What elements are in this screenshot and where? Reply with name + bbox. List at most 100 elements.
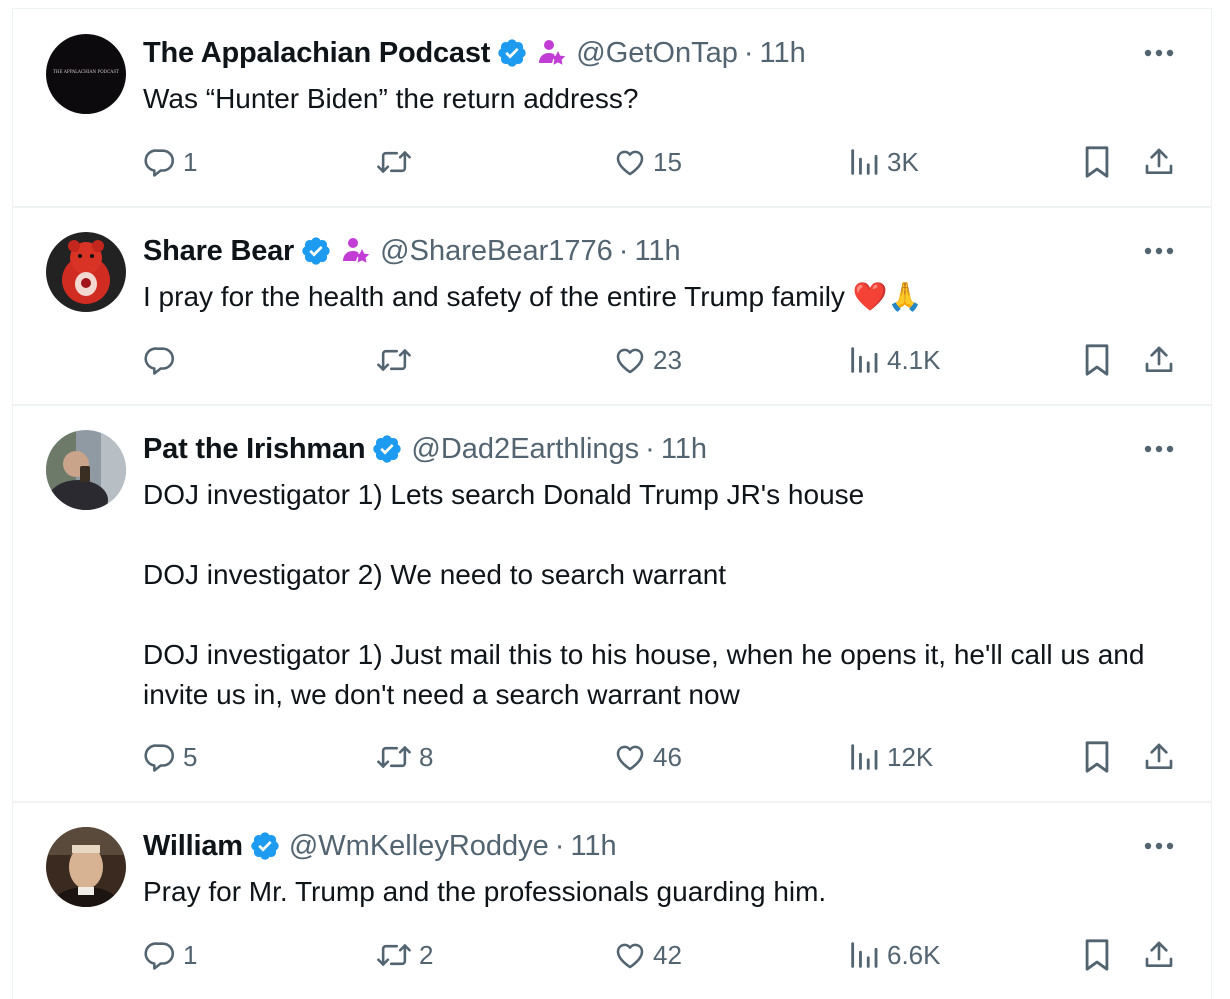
like-count: 42 <box>653 939 682 970</box>
heart-icon <box>613 343 647 377</box>
reply-count: 1 <box>183 939 198 970</box>
tweet[interactable]: THE APPALACHIAN PODCAST The Appalachian … <box>13 9 1211 208</box>
tweet-paragraph: DOJ investigator 1) Lets search Donald T… <box>143 479 865 510</box>
share-icon <box>1143 343 1175 377</box>
tweet-paragraph: DOJ investigator 2) We need to search wa… <box>143 559 727 590</box>
tweet-header: Share Bear @ShareBear1776 · 11h <box>143 233 681 269</box>
separator-dot: · <box>618 234 629 267</box>
retweet-count: 8 <box>419 741 434 772</box>
share-button[interactable] <box>1143 343 1175 377</box>
reply-icon <box>143 740 177 774</box>
more-icon[interactable] <box>1143 241 1175 261</box>
separator-dot: · <box>645 432 655 465</box>
views-icon <box>847 343 881 377</box>
share-button[interactable] <box>1143 938 1175 972</box>
separator-dot: · <box>743 36 754 69</box>
share-button[interactable] <box>1143 145 1175 179</box>
share-icon <box>1143 740 1175 774</box>
view-count: 4.1K <box>887 344 941 375</box>
reply-button[interactable] <box>143 343 183 377</box>
avatar[interactable] <box>46 827 126 907</box>
views-button[interactable]: 3K <box>847 145 919 179</box>
verified-badge-icon[interactable] <box>300 235 332 267</box>
verified-badge-icon[interactable] <box>496 37 528 69</box>
more-icon[interactable] <box>1143 43 1175 63</box>
user-handle[interactable]: @GetOnTap <box>576 37 738 70</box>
tweet[interactable]: Pat the Irishman @Dad2Earthlings · 11h D… <box>13 405 1211 803</box>
like-button[interactable]: 15 <box>613 145 682 179</box>
retweet-button[interactable] <box>375 145 419 179</box>
tweet-paragraph: Was “Hunter Biden” the return address? <box>143 83 639 114</box>
timestamp[interactable]: 11h <box>634 235 680 268</box>
views-icon <box>847 938 881 972</box>
timestamp[interactable]: 11h <box>570 830 616 863</box>
avatar-logo-text: THE APPALACHIAN PODCAST <box>53 69 119 74</box>
view-count: 6.6K <box>887 939 941 970</box>
like-count: 46 <box>653 741 682 772</box>
like-count: 15 <box>653 146 682 177</box>
bookmark-button[interactable] <box>1082 343 1112 377</box>
view-count: 3K <box>887 146 919 177</box>
retweet-icon <box>375 740 413 774</box>
separator-dot: · <box>554 829 565 862</box>
bookmark-icon <box>1082 740 1112 774</box>
bookmark-icon <box>1082 938 1112 972</box>
heart-icon <box>613 938 647 972</box>
more-icon[interactable] <box>1143 836 1175 856</box>
user-handle[interactable]: @WmKelleyRoddye <box>289 830 549 863</box>
tweet-text: I pray for the health and safety of the … <box>143 277 1181 317</box>
retweet-button[interactable] <box>375 343 419 377</box>
display-name[interactable]: Pat the Irishman <box>143 433 366 466</box>
display-name[interactable]: William <box>143 830 243 863</box>
heart-icon <box>613 145 647 179</box>
avatar[interactable] <box>46 430 126 510</box>
views-icon <box>847 145 881 179</box>
timestamp[interactable]: 11h <box>760 37 806 70</box>
more-icon[interactable] <box>1143 439 1175 459</box>
retweet-icon <box>375 145 413 179</box>
timestamp[interactable]: 11h <box>661 433 707 466</box>
bookmark-button[interactable] <box>1082 740 1112 774</box>
retweet-icon <box>375 343 413 377</box>
user-handle[interactable]: @Dad2Earthlings <box>411 433 639 466</box>
retweet-button[interactable]: 8 <box>375 740 433 774</box>
replies-feed: THE APPALACHIAN PODCAST The Appalachian … <box>12 8 1212 999</box>
like-button[interactable]: 23 <box>613 343 682 377</box>
reply-button[interactable]: 5 <box>143 740 197 774</box>
tweet[interactable]: Share Bear @ShareBear1776 · 11h I pray f… <box>13 207 1211 406</box>
avatar[interactable]: THE APPALACHIAN PODCAST <box>46 34 126 114</box>
views-button[interactable]: 4.1K <box>847 343 941 377</box>
bookmark-icon <box>1082 343 1112 377</box>
heart-icon <box>613 740 647 774</box>
bookmark-icon <box>1082 145 1112 179</box>
tweet[interactable]: William @WmKelleyRoddye · 11h Pray for M… <box>13 802 1211 999</box>
like-button[interactable]: 42 <box>613 938 682 972</box>
tweet-paragraph: I pray for the health and safety of the … <box>143 281 923 312</box>
reply-icon <box>143 938 177 972</box>
retweet-icon <box>375 938 413 972</box>
user-handle[interactable]: @ShareBear1776 <box>380 235 613 268</box>
display-name[interactable]: Share Bear <box>143 235 294 268</box>
avatar[interactable] <box>46 232 126 312</box>
reply-button[interactable]: 1 <box>143 145 197 179</box>
view-count: 12K <box>887 741 934 772</box>
retweet-button[interactable]: 2 <box>375 938 433 972</box>
tweet-paragraph: Pray for Mr. Trump and the professionals… <box>143 876 827 907</box>
verified-badge-icon[interactable] <box>371 433 403 465</box>
bookmark-button[interactable] <box>1082 938 1112 972</box>
bookmark-button[interactable] <box>1082 145 1112 179</box>
reply-icon <box>143 145 177 179</box>
display-name[interactable]: The Appalachian Podcast <box>143 37 490 70</box>
views-button[interactable]: 6.6K <box>847 938 941 972</box>
affiliate-badge-icon[interactable] <box>340 235 372 267</box>
reply-icon <box>143 343 177 377</box>
like-count: 23 <box>653 344 682 375</box>
share-icon <box>1143 145 1175 179</box>
affiliate-badge-icon[interactable] <box>536 37 568 69</box>
reply-count: 5 <box>183 741 198 772</box>
like-button[interactable]: 46 <box>613 740 682 774</box>
reply-button[interactable]: 1 <box>143 938 197 972</box>
verified-badge-icon[interactable] <box>249 830 281 862</box>
share-button[interactable] <box>1143 740 1175 774</box>
views-button[interactable]: 12K <box>847 740 933 774</box>
